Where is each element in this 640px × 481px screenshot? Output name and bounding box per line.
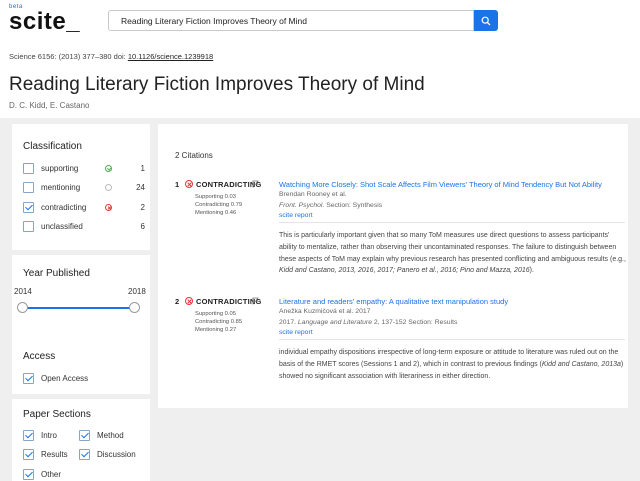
paper-authors: D. C. Kidd, E. Castano bbox=[9, 101, 90, 110]
citation-count: 2 Citations bbox=[175, 151, 213, 160]
open-access-checkbox[interactable] bbox=[23, 373, 34, 384]
filter-count: 2 bbox=[140, 203, 145, 212]
intro-checkbox[interactable] bbox=[23, 430, 34, 441]
citation-number: 2 bbox=[175, 297, 180, 306]
filter-label: Other bbox=[41, 470, 62, 479]
contradicting-score: Contradicting 0.85 bbox=[195, 319, 243, 325]
scite-report-link[interactable]: scite report bbox=[279, 329, 313, 336]
scite-report-link[interactable]: scite report bbox=[279, 212, 313, 219]
citation-number: 1 bbox=[175, 180, 180, 189]
sections-panel: Paper Sections Intro Method Results Disc… bbox=[12, 399, 150, 481]
citing-paper-title[interactable]: Watching More Closely: Shot Scale Affect… bbox=[279, 180, 602, 189]
excerpt-text: ). bbox=[529, 267, 534, 275]
year-slider-min-handle[interactable] bbox=[17, 302, 28, 313]
citing-paper-venue: 2017. Language and Literature 2, 137-152… bbox=[279, 319, 457, 326]
section-method[interactable]: Method bbox=[79, 429, 145, 443]
unclassified-checkbox[interactable] bbox=[23, 221, 34, 232]
filter-label: supporting bbox=[41, 164, 79, 173]
year-title: Year Published bbox=[23, 268, 90, 279]
x-circle-icon bbox=[105, 204, 112, 211]
flag-icon[interactable] bbox=[252, 297, 259, 305]
filter-label: unclassified bbox=[41, 222, 83, 231]
contradicting-checkbox[interactable] bbox=[23, 202, 34, 213]
filter-supporting[interactable]: supporting 1 bbox=[23, 162, 145, 176]
year-min-label: 2014 bbox=[14, 287, 32, 296]
classification-panel: Classification supporting 1 mentioning 2… bbox=[12, 124, 150, 250]
supporting-checkbox[interactable] bbox=[23, 163, 34, 174]
filter-count: 24 bbox=[136, 183, 145, 192]
divider bbox=[279, 339, 625, 340]
classification-title: Classification bbox=[23, 141, 82, 152]
logo-text: scite_ bbox=[9, 8, 81, 35]
paper-meta: Science 6156: (2013) 377–380 doi: 10.112… bbox=[9, 52, 213, 61]
excerpt-text: This is particularly important given tha… bbox=[279, 232, 626, 263]
other-checkbox[interactable] bbox=[23, 469, 34, 480]
journal-name: Language and Literature bbox=[297, 319, 372, 326]
filter-count: 6 bbox=[140, 222, 145, 231]
citing-paper-venue: Front. Psychol. Section: Synthesis bbox=[279, 202, 382, 209]
filter-label: Intro bbox=[41, 431, 58, 440]
filter-label: Open Access bbox=[41, 374, 89, 383]
scite-logo[interactable]: beta scite_ bbox=[9, 2, 89, 38]
citations-panel: 2 Citations 1 CONTRADICTING Supporting 0… bbox=[158, 124, 628, 408]
section-other[interactable]: Other bbox=[23, 468, 83, 481]
contradicting-score: Contradicting 0.79 bbox=[195, 202, 243, 208]
filter-open-access[interactable]: Open Access bbox=[23, 372, 145, 386]
filter-label: Method bbox=[97, 431, 124, 440]
mentioning-checkbox[interactable] bbox=[23, 182, 34, 193]
x-circle-icon bbox=[185, 297, 193, 305]
citing-paper-authors: Anežka Kuzmičová et al. 2017 bbox=[279, 308, 371, 315]
citation-excerpt: This is particularly important given tha… bbox=[279, 230, 629, 277]
x-circle-icon bbox=[185, 180, 193, 188]
access-title: Access bbox=[23, 351, 56, 362]
header: beta scite_ bbox=[0, 0, 640, 42]
page-title: Reading Literary Fiction Improves Theory… bbox=[9, 74, 425, 95]
divider bbox=[279, 222, 625, 223]
circle-icon bbox=[105, 184, 112, 191]
paper-meta-prefix: Science 6156: (2013) 377–380 doi: bbox=[9, 52, 128, 61]
search-input[interactable] bbox=[108, 10, 474, 31]
filter-mentioning[interactable]: mentioning 24 bbox=[23, 181, 145, 195]
journal-prefix: 2017. bbox=[279, 319, 298, 326]
filter-label: Results bbox=[41, 450, 68, 459]
section-intro[interactable]: Intro bbox=[23, 429, 83, 443]
search-button[interactable] bbox=[474, 10, 498, 31]
supporting-score: Supporting 0.03 bbox=[195, 194, 236, 200]
discussion-checkbox[interactable] bbox=[79, 449, 90, 460]
citing-paper-authors: Brendan Rooney et al. bbox=[279, 191, 347, 198]
mentioning-score: Mentioning 0.27 bbox=[195, 327, 237, 333]
excerpt-reference: Kidd and Castano, 2013a bbox=[541, 360, 621, 368]
search-icon bbox=[481, 16, 491, 25]
filter-label: mentioning bbox=[41, 183, 81, 192]
doi-link[interactable]: 10.1126/science.1239918 bbox=[128, 52, 213, 61]
flag-icon[interactable] bbox=[252, 180, 259, 188]
filter-count: 1 bbox=[140, 164, 145, 173]
filter-contradicting[interactable]: contradicting 2 bbox=[23, 201, 145, 215]
filter-label: contradicting bbox=[41, 203, 87, 212]
access-panel: Access Open Access bbox=[12, 339, 150, 394]
year-slider-max-handle[interactable] bbox=[129, 302, 140, 313]
supporting-score: Supporting 0.05 bbox=[195, 311, 236, 317]
year-max-label: 2018 bbox=[128, 287, 146, 296]
section-label: Section: Synthesis bbox=[324, 202, 383, 209]
filter-unclassified[interactable]: unclassified 6 bbox=[23, 220, 145, 234]
section-label: 2, 137-152 Section: Results bbox=[371, 319, 458, 326]
method-checkbox[interactable] bbox=[79, 430, 90, 441]
journal-name: Front. Psychol. bbox=[279, 202, 325, 209]
filter-label: Discussion bbox=[97, 450, 136, 459]
results-checkbox[interactable] bbox=[23, 449, 34, 460]
excerpt-reference: Kidd and Castano, 2013, 2016, 2017; Pane… bbox=[279, 267, 530, 275]
citing-paper-title[interactable]: Literature and readers' empathy: A quali… bbox=[279, 297, 508, 306]
year-slider-track[interactable] bbox=[23, 307, 135, 309]
check-circle-icon bbox=[105, 165, 112, 172]
section-results[interactable]: Results bbox=[23, 448, 83, 462]
section-discussion[interactable]: Discussion bbox=[79, 448, 145, 462]
citation-excerpt: individual empathy dispositions irrespec… bbox=[279, 347, 629, 382]
sections-title: Paper Sections bbox=[23, 409, 91, 420]
mentioning-score: Mentioning 0.46 bbox=[195, 210, 237, 216]
